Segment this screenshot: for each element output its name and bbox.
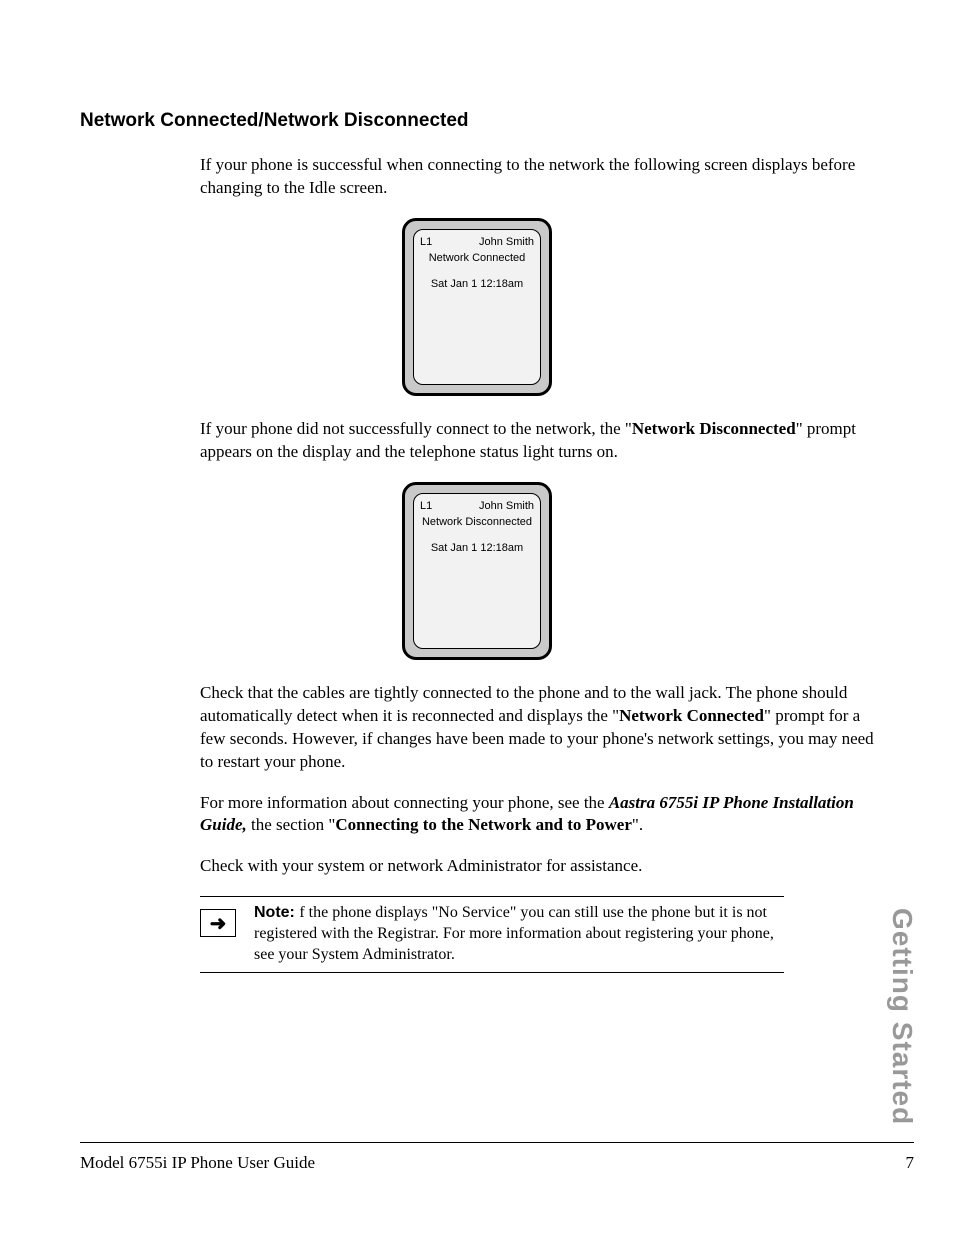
note-block: ➜ Note: f the phone displays "No Service… xyxy=(200,896,784,972)
page-footer: Model 6755i IP Phone User Guide 7 xyxy=(80,1153,914,1173)
note-label: Note: xyxy=(254,904,299,921)
section-ref: Connecting to the Network and to Power xyxy=(335,815,632,834)
screen2-datetime: Sat Jan 1 12:18am xyxy=(420,542,534,554)
text: the section " xyxy=(247,815,336,834)
screen2-name: John Smith xyxy=(479,500,534,512)
screen2-line: L1 xyxy=(420,500,432,512)
section-heading: Network Connected/Network Disconnected xyxy=(80,110,874,132)
footer-rule xyxy=(80,1142,914,1143)
phone-screen-connected: L1 John Smith Network Connected Sat Jan … xyxy=(402,218,552,396)
screen1-line: L1 xyxy=(420,236,432,248)
text: ". xyxy=(632,815,643,834)
paragraph-4: For more information about connecting yo… xyxy=(200,792,874,838)
note-body: f the phone displays "No Service" you ca… xyxy=(254,904,774,963)
screen1-datetime: Sat Jan 1 12:18am xyxy=(420,278,534,290)
screen1-name: John Smith xyxy=(479,236,534,248)
paragraph-3: Check that the cables are tightly connec… xyxy=(200,682,874,774)
network-disconnected-term: Network Disconnected xyxy=(632,419,796,438)
page-number: 7 xyxy=(906,1153,915,1173)
note-text: Note: f the phone displays "No Service" … xyxy=(254,903,784,965)
network-connected-term: Network Connected xyxy=(619,706,764,725)
text: For more information about connecting yo… xyxy=(200,793,609,812)
section-tab: Getting Started xyxy=(886,908,918,1125)
text: If your phone did not successfully conne… xyxy=(200,419,632,438)
paragraph-1: If your phone is successful when connect… xyxy=(200,154,874,200)
footer-title: Model 6755i IP Phone User Guide xyxy=(80,1153,315,1173)
phone-screen-disconnected: L1 John Smith Network Disconnected Sat J… xyxy=(402,482,552,660)
paragraph-5: Check with your system or network Admini… xyxy=(200,855,874,878)
screen1-status: Network Connected xyxy=(420,252,534,264)
arrow-icon: ➜ xyxy=(200,909,236,937)
paragraph-2: If your phone did not successfully conne… xyxy=(200,418,874,464)
screen2-status: Network Disconnected xyxy=(420,516,534,528)
